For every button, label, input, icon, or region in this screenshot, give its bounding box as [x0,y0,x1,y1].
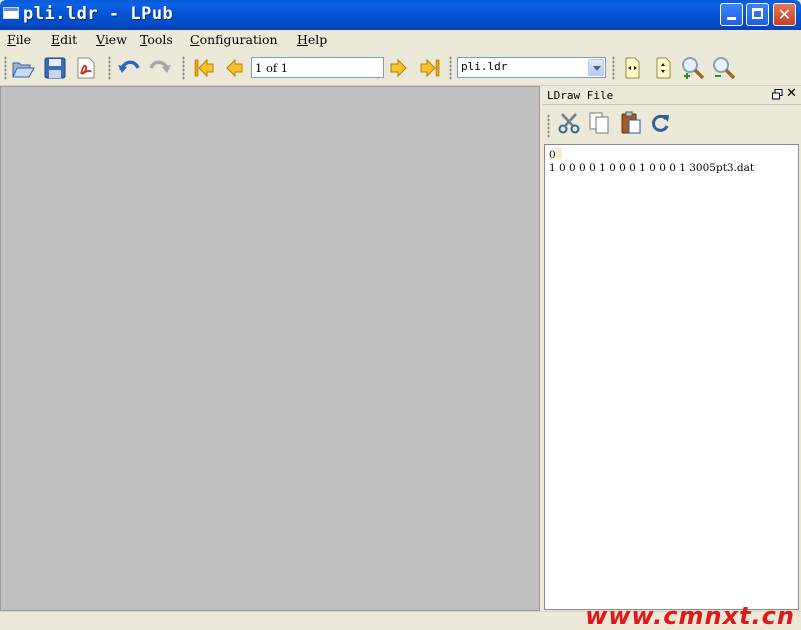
text-cursor [555,148,562,159]
copy-icon[interactable] [587,111,611,135]
fit-width-icon[interactable] [620,56,644,80]
watermark: www.cmnxt.cn [585,602,795,630]
menu-configuration[interactable]: Configuration [190,32,278,47]
menu-help[interactable]: Help [297,32,327,47]
zoom-in-icon[interactable] [681,56,705,80]
fit-page-icon[interactable] [651,56,675,80]
file-select[interactable]: pli.ldr [457,57,606,78]
minimize-button[interactable] [720,3,743,26]
chevron-down-icon[interactable] [588,59,604,76]
dock-title: LDraw File [547,89,614,102]
cut-icon[interactable] [557,111,581,135]
editor-line: 0 [549,148,794,162]
toolbar-grip[interactable] [108,56,111,80]
menu-view[interactable]: View [96,32,127,47]
next-page-icon[interactable] [386,56,410,80]
app-window-icon [3,7,19,19]
previous-page-icon[interactable] [223,56,247,80]
menu-bar: File Edit View Tools Configuration Help [0,30,801,50]
main-toolbar [0,50,801,86]
maximize-button[interactable] [746,3,769,26]
page-number-field[interactable] [251,57,384,78]
zoom-out-icon[interactable] [712,56,736,80]
window-title: pli.ldr - LPub [23,4,174,24]
paste-icon[interactable] [619,111,643,135]
last-page-icon[interactable] [418,56,442,80]
file-select-value: pli.ldr [461,60,508,73]
dock-close-icon[interactable]: ✕ [786,87,797,101]
undo-icon[interactable] [117,56,141,80]
toolbar-grip[interactable] [449,56,452,80]
page-canvas[interactable] [0,86,540,611]
title-bar[interactable]: pli.ldr - LPub ✕ [0,0,801,30]
dock-float-icon[interactable] [772,89,783,100]
pdf-export-icon[interactable] [74,56,98,80]
redo-icon[interactable] [148,56,172,80]
menu-file[interactable]: File [7,32,31,47]
toolbar-grip[interactable] [612,56,615,80]
menu-edit[interactable]: Edit [51,32,77,47]
refresh-icon[interactable] [649,111,673,135]
minimize-icon [727,17,736,20]
menu-tools[interactable]: Tools [140,32,173,47]
toolbar-grip[interactable] [4,56,7,80]
toolbar-grip[interactable] [182,56,185,80]
dock-toolbar-grip[interactable] [547,114,550,138]
first-page-icon[interactable] [192,56,216,80]
close-button[interactable]: ✕ [773,3,796,26]
dock-divider [543,104,801,105]
save-disk-icon[interactable] [43,56,67,80]
open-folder-icon[interactable] [11,56,35,80]
ldraw-text-editor[interactable]: 0 1 0 0 0 0 1 0 0 0 1 0 0 0 1 3005pt3.da… [544,144,799,610]
close-icon: ✕ [777,5,792,24]
editor-line: 1 0 0 0 0 1 0 0 0 1 0 0 0 1 3005pt3.dat [549,162,755,174]
status-bar: www.cmnxt.cn [0,602,801,630]
maximize-icon [752,8,763,19]
ldraw-file-dock: LDraw File ✕ 0 1 0 0 0 0 1 0 0 0 1 0 0 0… [543,86,801,611]
